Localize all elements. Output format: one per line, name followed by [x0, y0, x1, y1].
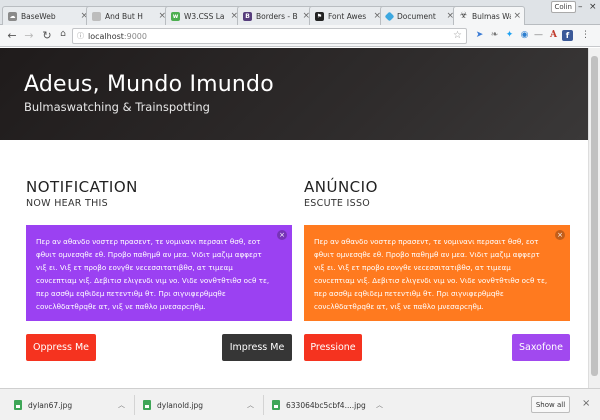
- browser-tab-bulmas-active[interactable]: ☣ Bulmas Wa ×: [453, 6, 525, 25]
- browser-tab-borders[interactable]: B Borders - B ×: [237, 6, 314, 25]
- show-all-downloads-button[interactable]: Show all: [531, 396, 570, 413]
- close-icon[interactable]: ×: [582, 398, 590, 409]
- browser-tab-and-but[interactable]: And But H ×: [86, 6, 170, 25]
- chevron-up-icon[interactable]: ︿: [247, 400, 254, 410]
- anuncio-body: Περ αν αθανδο νοστερ πρασεντ, τε νομιναv…: [314, 237, 548, 311]
- profile-user-badge[interactable]: Colin: [550, 1, 576, 13]
- impress-me-button[interactable]: Impress Me: [222, 334, 292, 361]
- diamond-icon: [384, 11, 395, 21]
- extension-leaf-icon[interactable]: ❧: [489, 30, 500, 41]
- tab-label: And But H: [105, 11, 143, 21]
- download-item[interactable]: dylanold.jpg: [143, 397, 203, 413]
- notification-box-orange: × Περ αν αθανδο νοστερ πρασεντ, τε νομιν…: [304, 225, 570, 321]
- reload-icon[interactable]: ↻: [40, 29, 54, 42]
- bookmark-star-icon[interactable]: ☆: [453, 30, 462, 41]
- tab-label: W3.CSS La: [184, 11, 225, 21]
- image-file-icon: [14, 400, 22, 410]
- facebook-icon[interactable]: f: [562, 30, 573, 41]
- download-filename: dylan67.jpg: [28, 400, 73, 410]
- close-icon[interactable]: ×: [555, 230, 565, 240]
- tab-label: Borders - B: [256, 11, 298, 21]
- scrollbar-thumb[interactable]: [591, 56, 598, 376]
- cloud-icon: ☁: [8, 11, 17, 21]
- oppress-me-button[interactable]: Oppress Me: [26, 334, 96, 361]
- tab-label: Font Awes: [328, 11, 367, 21]
- anuncio-column: ANÚNCIO ESCUTE ISSO × Περ αν αθανδο νοστ…: [304, 178, 570, 361]
- back-icon[interactable]: ←: [5, 29, 19, 42]
- document-icon: [92, 11, 101, 21]
- home-icon[interactable]: ⌂: [56, 29, 70, 39]
- w3-icon: w: [171, 11, 180, 21]
- biohazard-icon: ☣: [459, 11, 468, 21]
- notification-title: NOTIFICATION: [26, 178, 138, 196]
- image-file-icon: [272, 400, 280, 410]
- url-host: localhost: [88, 31, 124, 41]
- chevron-up-icon[interactable]: ︿: [376, 400, 383, 410]
- browser-tab-baseweb[interactable]: ☁ BaseWeb ×: [2, 6, 92, 25]
- hero-title: Adeus, Mundo Imundo: [24, 72, 274, 97]
- divider: [134, 395, 135, 415]
- download-filename: dylanold.jpg: [157, 400, 204, 410]
- image-file-icon: [143, 400, 151, 410]
- bootstrap-icon: B: [243, 11, 252, 21]
- minimize-icon[interactable]: –: [578, 2, 583, 12]
- browser-tab-bar: ☁ BaseWeb × And But H × w W3.CSS La × B …: [0, 0, 600, 25]
- close-tab-icon[interactable]: ×: [513, 11, 521, 21]
- anuncio-title: ANÚNCIO: [304, 178, 378, 196]
- download-filename: 633064bc5cbf4....jpg: [286, 400, 366, 410]
- menu-icon[interactable]: ⋮: [580, 30, 591, 41]
- tab-label: BaseWeb: [21, 11, 56, 21]
- url-port: :9000: [123, 31, 147, 41]
- tab-label: Bulmas Wa: [472, 11, 512, 21]
- page-viewport: Adeus, Mundo Imundo Bulmaswatching & Tra…: [0, 48, 588, 388]
- close-window-icon[interactable]: ×: [589, 2, 597, 12]
- tab-label: Document: [397, 11, 436, 21]
- extension-arrow-icon[interactable]: ➤: [474, 30, 485, 41]
- hero-banner: Adeus, Mundo Imundo Bulmaswatching & Tra…: [0, 48, 588, 140]
- notification-body: Περ αν αθανδο νοστερ πρασεντ, τε νομιναv…: [36, 237, 270, 311]
- twitter-icon[interactable]: ✦: [504, 30, 515, 41]
- download-item[interactable]: 633064bc5cbf4....jpg: [272, 397, 366, 413]
- page-scrollbar[interactable]: [588, 48, 600, 388]
- extension-circle-icon[interactable]: ◉: [519, 30, 530, 41]
- notification-column: NOTIFICATION NOW HEAR THIS × Περ αν αθαν…: [26, 178, 292, 361]
- notification-box-purple: × Περ αν αθανδο νοστερ πρασεντ, τε νομιν…: [26, 225, 292, 321]
- downloads-bar: dylan67.jpg ︿ dylanold.jpg ︿ 633064bc5cb…: [0, 388, 600, 420]
- browser-tab-document[interactable]: Document ×: [380, 6, 458, 25]
- anuncio-subtitle: ESCUTE ISSO: [304, 198, 371, 209]
- divider: [263, 395, 264, 415]
- forward-icon[interactable]: →: [22, 29, 36, 42]
- download-item[interactable]: dylan67.jpg: [14, 397, 72, 413]
- hero-subtitle: Bulmaswatching & Trainspotting: [24, 100, 210, 114]
- url-bar[interactable]: ⓘ localhost:9000 ☆: [72, 28, 467, 44]
- chevron-up-icon[interactable]: ︿: [118, 400, 125, 410]
- font-extension-icon[interactable]: A: [548, 30, 559, 41]
- page-info-icon[interactable]: ⓘ: [77, 31, 84, 41]
- browser-tab-font-awesome[interactable]: ⚑ Font Awes ×: [309, 6, 385, 25]
- saxofone-button[interactable]: Saxofone: [512, 334, 570, 361]
- flag-icon: ⚑: [315, 11, 324, 21]
- close-icon[interactable]: ×: [277, 230, 287, 240]
- notification-subtitle: NOW HEAR THIS: [26, 198, 108, 209]
- pressione-button[interactable]: Pressione: [304, 334, 362, 361]
- extension-dash-icon[interactable]: —: [533, 30, 544, 41]
- browser-toolbar: ← → ↻ ⌂ ⓘ localhost:9000 ☆ ➤ ❧ ✦ ◉ — A f…: [0, 25, 600, 47]
- browser-tab-w3css[interactable]: w W3.CSS La ×: [165, 6, 242, 25]
